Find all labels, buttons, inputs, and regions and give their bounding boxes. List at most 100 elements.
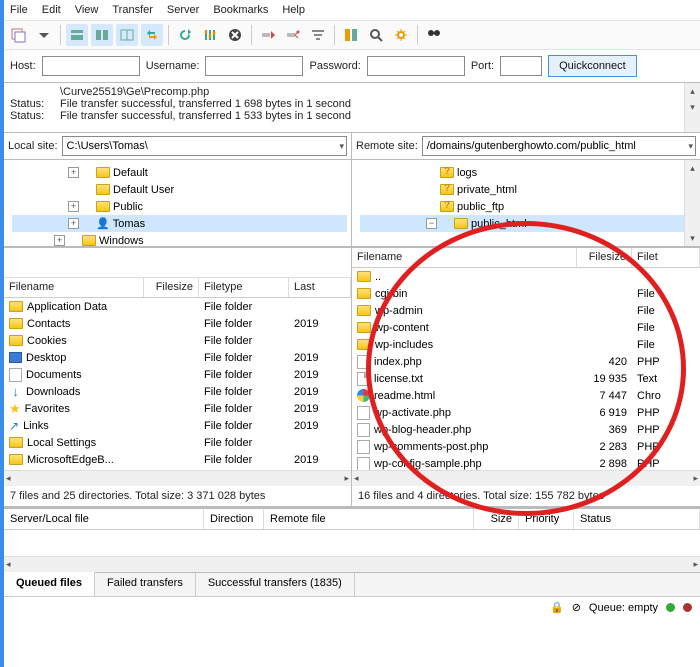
list-item[interactable]: ContactsFile folder2019 — [4, 315, 351, 332]
list-item[interactable]: ↗LinksFile folder2019 — [4, 417, 351, 434]
disconnect-icon[interactable] — [257, 24, 279, 46]
username-input[interactable] — [205, 56, 303, 76]
expand-icon[interactable]: + — [54, 235, 65, 246]
menu-server[interactable]: Server — [167, 4, 199, 16]
local-hscroll[interactable]: ◂▸ — [4, 470, 351, 486]
link-icon: ↗ — [9, 419, 19, 433]
transfer-header[interactable]: Server/Local file Direction Remote file … — [4, 508, 700, 530]
menu-bookmarks[interactable]: Bookmarks — [213, 4, 268, 16]
list-item[interactable]: wp-blog-header.php369PHP — [352, 421, 700, 438]
collapse-icon[interactable]: − — [426, 218, 437, 229]
folder-unknown-icon — [440, 201, 454, 212]
queue-status: Queue: empty — [589, 602, 658, 614]
folder-icon — [96, 201, 110, 212]
folder-icon — [9, 318, 23, 329]
html-file-icon — [357, 389, 370, 402]
compare-icon[interactable] — [340, 24, 362, 46]
list-item[interactable]: wp-config-sample.php2 898PHP — [352, 455, 700, 470]
local-path-combo[interactable]: C:\Users\Tomas\▾ — [62, 136, 347, 156]
menu-file[interactable]: File — [10, 4, 28, 16]
list-item[interactable]: cgi-binFile — [352, 285, 700, 302]
transfer-queue[interactable]: ◂▸ — [4, 530, 700, 572]
reconnect-icon[interactable] — [282, 24, 304, 46]
list-item[interactable]: MicrosoftEdgeB...File folder2019 — [4, 451, 351, 468]
layout2-icon[interactable] — [91, 24, 113, 46]
port-input[interactable] — [500, 56, 542, 76]
folder-icon — [9, 454, 23, 465]
local-list-header[interactable]: Filename Filesize Filetype Last — [4, 278, 351, 298]
sitemanager-icon[interactable] — [8, 24, 30, 46]
list-item[interactable]: readme.html7 447Chro — [352, 387, 700, 404]
settings-icon[interactable] — [390, 24, 412, 46]
quickconnect-button[interactable]: Quickconnect — [548, 55, 637, 77]
host-input[interactable] — [42, 56, 140, 76]
local-tree[interactable]: +Default Default User +Public +👤Tomas +W… — [4, 160, 351, 247]
dropdown-icon[interactable] — [33, 24, 55, 46]
local-status: 7 files and 25 directories. Total size: … — [4, 486, 351, 507]
documents-icon — [9, 368, 22, 382]
list-item[interactable]: DesktopFile folder2019 — [4, 349, 351, 366]
remote-tree[interactable]: logs private_html public_ftp −public_htm… — [352, 160, 700, 247]
list-item[interactable]: DocumentsFile folder2019 — [4, 366, 351, 383]
host-label: Host: — [10, 60, 36, 72]
quickconnect-bar: Host: Username: Password: Port: Quickcon… — [4, 50, 700, 83]
menu-help[interactable]: Help — [282, 4, 305, 16]
tab-successful[interactable]: Successful transfers (1835) — [196, 573, 355, 596]
remote-hscroll[interactable]: ◂▸ — [352, 470, 700, 486]
find-icon[interactable] — [423, 24, 445, 46]
list-item[interactable]: wp-adminFile — [352, 302, 700, 319]
layout3-icon[interactable] — [116, 24, 138, 46]
log-scrollbar[interactable]: ▴▾ — [684, 83, 700, 132]
menu-view[interactable]: View — [75, 4, 99, 16]
list-item[interactable]: license.txt19 935Text — [352, 370, 700, 387]
folder-icon — [357, 305, 371, 316]
list-item[interactable]: wp-activate.php6 919PHP — [352, 404, 700, 421]
list-item[interactable]: ↓DownloadsFile folder2019 — [4, 383, 351, 400]
sync-icon[interactable] — [141, 24, 163, 46]
folder-icon — [454, 218, 468, 229]
toolbar — [4, 21, 700, 50]
remote-file-list[interactable]: ..cgi-binFilewp-adminFilewp-contentFilew… — [352, 268, 700, 470]
search-icon[interactable] — [365, 24, 387, 46]
process-icon[interactable] — [199, 24, 221, 46]
user-icon: 👤 — [96, 217, 110, 230]
local-file-list[interactable]: Application DataFile folderContactsFile … — [4, 298, 351, 470]
list-item[interactable]: CookiesFile folder — [4, 332, 351, 349]
expand-icon[interactable]: + — [68, 218, 79, 229]
transfer-hscroll[interactable]: ◂▸ — [4, 556, 700, 572]
remote-list-header[interactable]: Filename Filesize Filet — [352, 248, 700, 268]
list-item[interactable]: .. — [352, 268, 700, 285]
list-item[interactable]: ★FavoritesFile folder2019 — [4, 400, 351, 417]
refresh-icon[interactable] — [174, 24, 196, 46]
list-item[interactable]: Local SettingsFile folder — [4, 434, 351, 451]
password-input[interactable] — [367, 56, 465, 76]
chevron-down-icon[interactable]: ▾ — [688, 141, 693, 152]
folder-icon — [96, 167, 110, 178]
folder-unknown-icon — [440, 184, 454, 195]
cancel-icon[interactable] — [224, 24, 246, 46]
folder-icon — [9, 335, 23, 346]
php-file-icon — [357, 406, 370, 420]
list-item[interactable]: Application DataFile folder — [4, 298, 351, 315]
menu-edit[interactable]: Edit — [42, 4, 61, 16]
tab-queued[interactable]: Queued files — [4, 572, 95, 596]
list-item[interactable]: wp-includesFile — [352, 336, 700, 353]
remote-path-combo[interactable]: /domains/gutenberghowto.com/public_html▾ — [422, 136, 696, 156]
tab-failed[interactable]: Failed transfers — [95, 573, 196, 596]
remote-site-label: Remote site: — [356, 140, 418, 152]
status-dot-red — [683, 603, 692, 612]
php-file-icon — [357, 457, 370, 471]
list-item[interactable]: index.php420PHP — [352, 353, 700, 370]
expand-icon[interactable]: + — [68, 167, 79, 178]
chevron-down-icon[interactable]: ▾ — [339, 141, 344, 152]
folder-icon — [357, 288, 371, 299]
filter-icon[interactable] — [307, 24, 329, 46]
message-log[interactable]: \Curve25519\Ge\Precomp.php Status:File t… — [4, 83, 700, 133]
list-item[interactable]: wp-contentFile — [352, 319, 700, 336]
local-site-label: Local site: — [8, 140, 58, 152]
expand-icon[interactable]: + — [68, 201, 79, 212]
remote-tree-scrollbar[interactable]: ▴▾ — [684, 160, 700, 246]
menu-transfer[interactable]: Transfer — [112, 4, 153, 16]
layout1-icon[interactable] — [66, 24, 88, 46]
list-item[interactable]: wp-comments-post.php2 283PHP — [352, 438, 700, 455]
